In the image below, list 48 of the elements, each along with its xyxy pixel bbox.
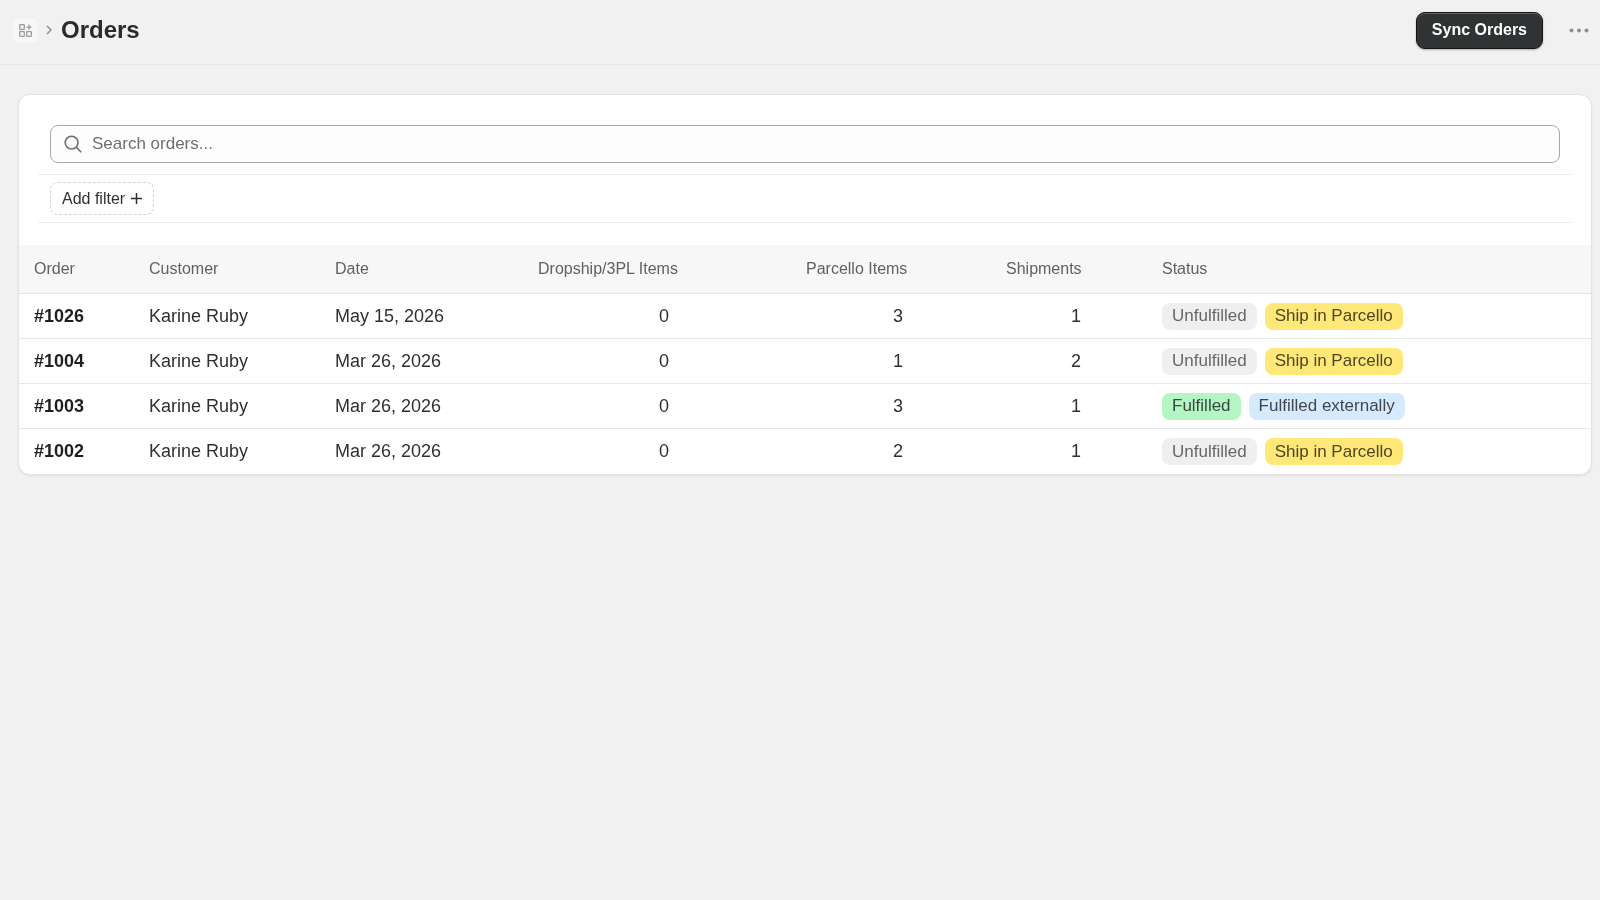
table-cell: 1 (1071, 441, 1081, 461)
table-cell: 2 (893, 441, 903, 461)
table-cell: 0 (659, 441, 669, 461)
grid-plus-icon[interactable] (13, 17, 38, 43)
column-header: Order (34, 260, 75, 277)
table-cell: 1 (893, 350, 903, 371)
plus-icon (131, 193, 143, 204)
column-header: Date (335, 260, 369, 277)
table-cell: 0 (659, 305, 669, 326)
table-cell: 1 (1071, 305, 1081, 326)
table-cell: Karine Ruby (149, 395, 249, 416)
column-header: Customer (149, 260, 219, 277)
table-cell: Mar 26, 2026 (335, 395, 442, 416)
table-cell: #1004 (34, 350, 85, 371)
table-cell: 2 (1071, 350, 1081, 371)
table-cell: #1003 (34, 395, 85, 416)
status-tag: Ship in Parcello (1264, 438, 1403, 465)
status-tag: Ship in Parcello (1264, 347, 1403, 375)
status-tag: Fulfilled (1162, 392, 1241, 420)
table-cell: #1002 (34, 441, 85, 461)
chevron-right-icon (46, 25, 52, 35)
status-tag: Unfulfilled (1162, 438, 1257, 465)
table-cell: Mar 26, 2026 (335, 350, 442, 371)
ellipsis-icon[interactable] (1569, 27, 1589, 33)
table-cell: #1026 (34, 305, 85, 326)
table-cell: Karine Ruby (149, 350, 249, 371)
column-header: Shipments (1006, 260, 1082, 277)
status-tag: Ship in Parcello (1264, 302, 1403, 330)
status-tag: Unfulfilled (1162, 302, 1257, 330)
table-cell: Karine Ruby (149, 305, 249, 326)
table-cell: Mar 26, 2026 (335, 441, 442, 461)
table-cell: 3 (893, 395, 903, 416)
column-header: Dropship/3PL Items (538, 260, 678, 277)
search-field[interactable]: Search orders... (50, 125, 1560, 163)
page-title: Orders (61, 18, 140, 42)
table-cell: May 15, 2026 (335, 305, 445, 326)
table-cell: 3 (893, 305, 903, 326)
status-tag: Fulfilled externally (1248, 392, 1405, 420)
table-cell: Karine Ruby (149, 441, 249, 461)
status-tag: Unfulfilled (1162, 347, 1257, 375)
search-icon (64, 135, 82, 153)
sync-orders-button[interactable]: Sync Orders (1415, 11, 1543, 49)
column-header: Status (1162, 260, 1208, 277)
table-cell: 1 (1071, 395, 1081, 416)
table-cell: 0 (659, 350, 669, 371)
add-filter-button[interactable]: Add filter (50, 182, 155, 215)
column-header: Parcello Items (806, 260, 908, 277)
table-cell: 0 (659, 395, 669, 416)
